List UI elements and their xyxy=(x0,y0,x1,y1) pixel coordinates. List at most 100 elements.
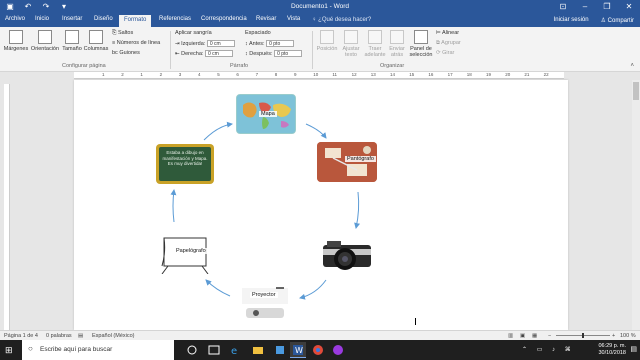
ruler-number: 8 xyxy=(274,72,278,77)
tab-vista[interactable]: Vista xyxy=(287,16,300,22)
tab-diseno[interactable]: Diseño xyxy=(94,16,113,22)
zoom-out-icon[interactable]: − xyxy=(548,333,551,339)
start-button[interactable]: ⊞ xyxy=(5,345,13,356)
ruler-number: 7 xyxy=(255,72,259,77)
size-button[interactable]: Tamaño xyxy=(61,30,83,52)
margins-button[interactable]: Márgenes xyxy=(3,30,29,52)
proofing-icon[interactable]: ▤ xyxy=(78,333,83,339)
breaks-button[interactable]: ⎘ Saltos xyxy=(112,30,133,37)
spacing-after-field[interactable]: 0 pto xyxy=(274,50,303,57)
wrap-text-button[interactable]: Ajustar texto xyxy=(340,30,362,58)
status-bar: Página 1 de 4 0 palabras ▤ Español (Méxi… xyxy=(0,330,640,340)
tab-referencias[interactable]: Referencias xyxy=(159,16,191,22)
store-icon[interactable] xyxy=(274,344,286,356)
columns-button[interactable]: Columnas xyxy=(83,30,109,52)
ribbon-separator xyxy=(312,31,313,69)
ribbon-display-options-icon[interactable]: ⊡ xyxy=(552,0,574,14)
collapse-ribbon-icon[interactable]: ˄ xyxy=(630,63,634,69)
system-tray-icons[interactable]: ⌃ ▭ ♪ ⌘ xyxy=(522,346,575,353)
tab-insertar[interactable]: Insertar xyxy=(62,16,82,22)
ruler-number: 19 xyxy=(486,72,492,77)
app-icon[interactable] xyxy=(332,344,344,356)
position-button[interactable]: Posición xyxy=(316,30,338,52)
signin-link[interactable]: Iniciar sesión xyxy=(554,17,589,24)
size-label: Tamaño xyxy=(62,46,82,52)
arrow-camera-to-projector xyxy=(299,279,327,300)
account-area: Iniciar sesión ♙ Compartir xyxy=(554,17,634,24)
ruler-number: 21 xyxy=(524,72,530,77)
horizontal-ruler[interactable]: 1 2 1 2 3 4 5 6 7 8 9 10 11 12 13 14 15 16 17 18 19 20 21 22 xyxy=(74,72,564,79)
group-paragraph: Párrafo xyxy=(230,63,249,69)
ruler-number: 22 xyxy=(543,72,549,77)
align-button[interactable]: ⊨ Alinear xyxy=(436,30,459,36)
vertical-scrollbar[interactable] xyxy=(632,80,640,330)
clock[interactable]: 06:29 p. m. 30/10/2018 xyxy=(598,343,626,357)
tell-me-search[interactable]: ♀ ¿Qué desea hacer? xyxy=(312,17,371,23)
spacing-after-row: ↕ Después: 0 pto xyxy=(245,50,303,57)
web-layout-icon[interactable]: ▦ xyxy=(532,333,537,339)
orientation-button[interactable]: Orientación xyxy=(30,30,60,52)
ruler-number: 2 xyxy=(159,72,163,77)
orientation-label: Orientación xyxy=(30,46,60,52)
zoom-level[interactable]: 100 % xyxy=(620,333,636,339)
send-backward-button[interactable]: Enviar atrás xyxy=(386,30,408,58)
minimize-icon[interactable]: – xyxy=(574,0,596,14)
chrome-icon[interactable] xyxy=(312,344,324,356)
ruler-number: 15 xyxy=(409,72,415,77)
word-taskbar-icon[interactable]: W xyxy=(290,342,306,358)
vertical-ruler[interactable] xyxy=(4,84,10,330)
cycle-arrows xyxy=(170,121,361,300)
tell-me-text: ¿Qué desea hacer? xyxy=(318,17,372,23)
ruler-number: 13 xyxy=(370,72,376,77)
line-numbers-button[interactable]: ≡ Números de línea xyxy=(112,40,160,46)
tab-formato[interactable]: Formato xyxy=(119,15,152,27)
send-backward-icon xyxy=(390,30,404,44)
arrow-projector-to-flipchart xyxy=(205,279,231,297)
bring-forward-button[interactable]: Traer adelante xyxy=(364,30,386,58)
tab-revisar[interactable]: Revisar xyxy=(256,16,276,22)
taskbar-search[interactable]: ○ Escribe aquí para buscar xyxy=(22,340,174,360)
indent-left-row: ⇥ Izquierda: 0 cm xyxy=(175,40,235,47)
restore-icon[interactable]: ❐ xyxy=(596,0,618,14)
ribbon-separator xyxy=(170,31,171,69)
tab-archivo[interactable]: Archivo xyxy=(5,16,25,22)
group-button[interactable]: ⧉ Agrupar xyxy=(436,40,461,47)
ruler-number: 1 xyxy=(102,72,105,77)
edge-icon[interactable]: e xyxy=(230,344,242,357)
indent-title: Aplicar sangría xyxy=(175,30,212,36)
window-controls: ⊡ – ❐ ✕ xyxy=(552,0,640,14)
group-page-setup: Configurar página xyxy=(62,63,106,69)
ruler-number: 10 xyxy=(313,72,319,77)
indent-left-field[interactable]: 0 cm xyxy=(206,40,235,47)
zoom-in-icon[interactable]: + xyxy=(612,333,615,339)
columns-label: Columnas xyxy=(83,46,109,52)
page-count[interactable]: Página 1 de 4 xyxy=(4,333,38,339)
share-label: Compartir xyxy=(607,18,634,24)
read-mode-icon[interactable]: ▥ xyxy=(508,333,513,339)
scrollbar-thumb[interactable] xyxy=(633,82,639,100)
tab-inicio[interactable]: Inicio xyxy=(35,16,49,22)
ruler-number: 12 xyxy=(351,72,357,77)
bring-forward-icon xyxy=(368,30,382,44)
cortana-icon[interactable] xyxy=(186,344,198,356)
language[interactable]: Español (México) xyxy=(92,333,135,339)
notifications-icon[interactable]: ▤ xyxy=(630,345,637,353)
rotate-button[interactable]: ⟳ Girar xyxy=(436,50,454,56)
zoom-slider-thumb[interactable] xyxy=(582,333,584,338)
share-button[interactable]: ♙ Compartir xyxy=(601,17,634,24)
task-view-icon[interactable] xyxy=(208,344,220,356)
close-icon[interactable]: ✕ xyxy=(618,0,640,14)
spacing-before-field[interactable]: 0 pto xyxy=(266,40,295,47)
selection-pane-button[interactable]: Panel de selección xyxy=(408,30,434,58)
hyphenation-button[interactable]: bc Guiones xyxy=(112,50,140,56)
spacing-before-label: Antes: xyxy=(248,40,265,47)
word-count[interactable]: 0 palabras xyxy=(46,333,72,339)
file-explorer-icon[interactable] xyxy=(252,344,264,356)
tab-correspondencia[interactable]: Correspondencia xyxy=(201,16,247,22)
clock-time: 06:29 p. m. xyxy=(598,343,626,349)
print-layout-icon[interactable]: ▣ xyxy=(520,333,525,339)
wrap-text-label: Ajustar texto xyxy=(342,46,360,58)
indent-right-field[interactable]: 0 cm xyxy=(205,50,233,57)
document-page[interactable]: Mapa Pantógrafo Proyector Papelógrafo Es… xyxy=(74,80,568,330)
ruler-number: 9 xyxy=(294,72,297,77)
